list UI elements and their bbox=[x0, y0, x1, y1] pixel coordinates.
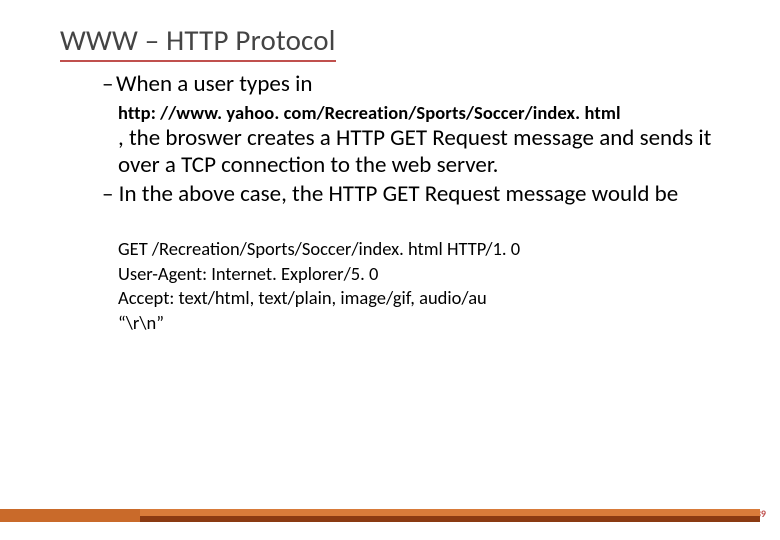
bullet-2: – In the above case, the HTTP GET Reques… bbox=[102, 181, 760, 209]
code-line-1: GET /Recreation/Sports/Soccer/index. htm… bbox=[118, 237, 760, 262]
bullet-2-text: In the above case, the HTTP GET Request … bbox=[119, 180, 679, 208]
slide-title: WWW – HTTP Protocol bbox=[60, 22, 336, 62]
bullet-1: – When a user types in bbox=[102, 70, 760, 99]
footer-bar bbox=[0, 506, 760, 522]
code-line-3: Accept: text/html, text/plain, image/gif… bbox=[118, 286, 760, 311]
bullet-dash: – bbox=[102, 70, 116, 99]
example-url: http: //www. yahoo. com/Recreation/Sport… bbox=[118, 101, 760, 124]
code-line-4: “\r\n” bbox=[118, 311, 760, 336]
bullet-dash: – bbox=[102, 180, 119, 208]
bullet-1-text: When a user types in bbox=[116, 70, 312, 98]
footer-stub bbox=[0, 509, 140, 522]
code-line-2: User-Agent: Internet. Explorer/5. 0 bbox=[118, 262, 760, 287]
slide: WWW – HTTP Protocol – When a user types … bbox=[0, 0, 780, 540]
bullet-1-continuation: , the broswer creates a HTTP GET Request… bbox=[118, 125, 758, 180]
content-area: WWW – HTTP Protocol – When a user types … bbox=[0, 0, 780, 336]
http-request-example: GET /Recreation/Sports/Soccer/index. htm… bbox=[118, 237, 760, 337]
